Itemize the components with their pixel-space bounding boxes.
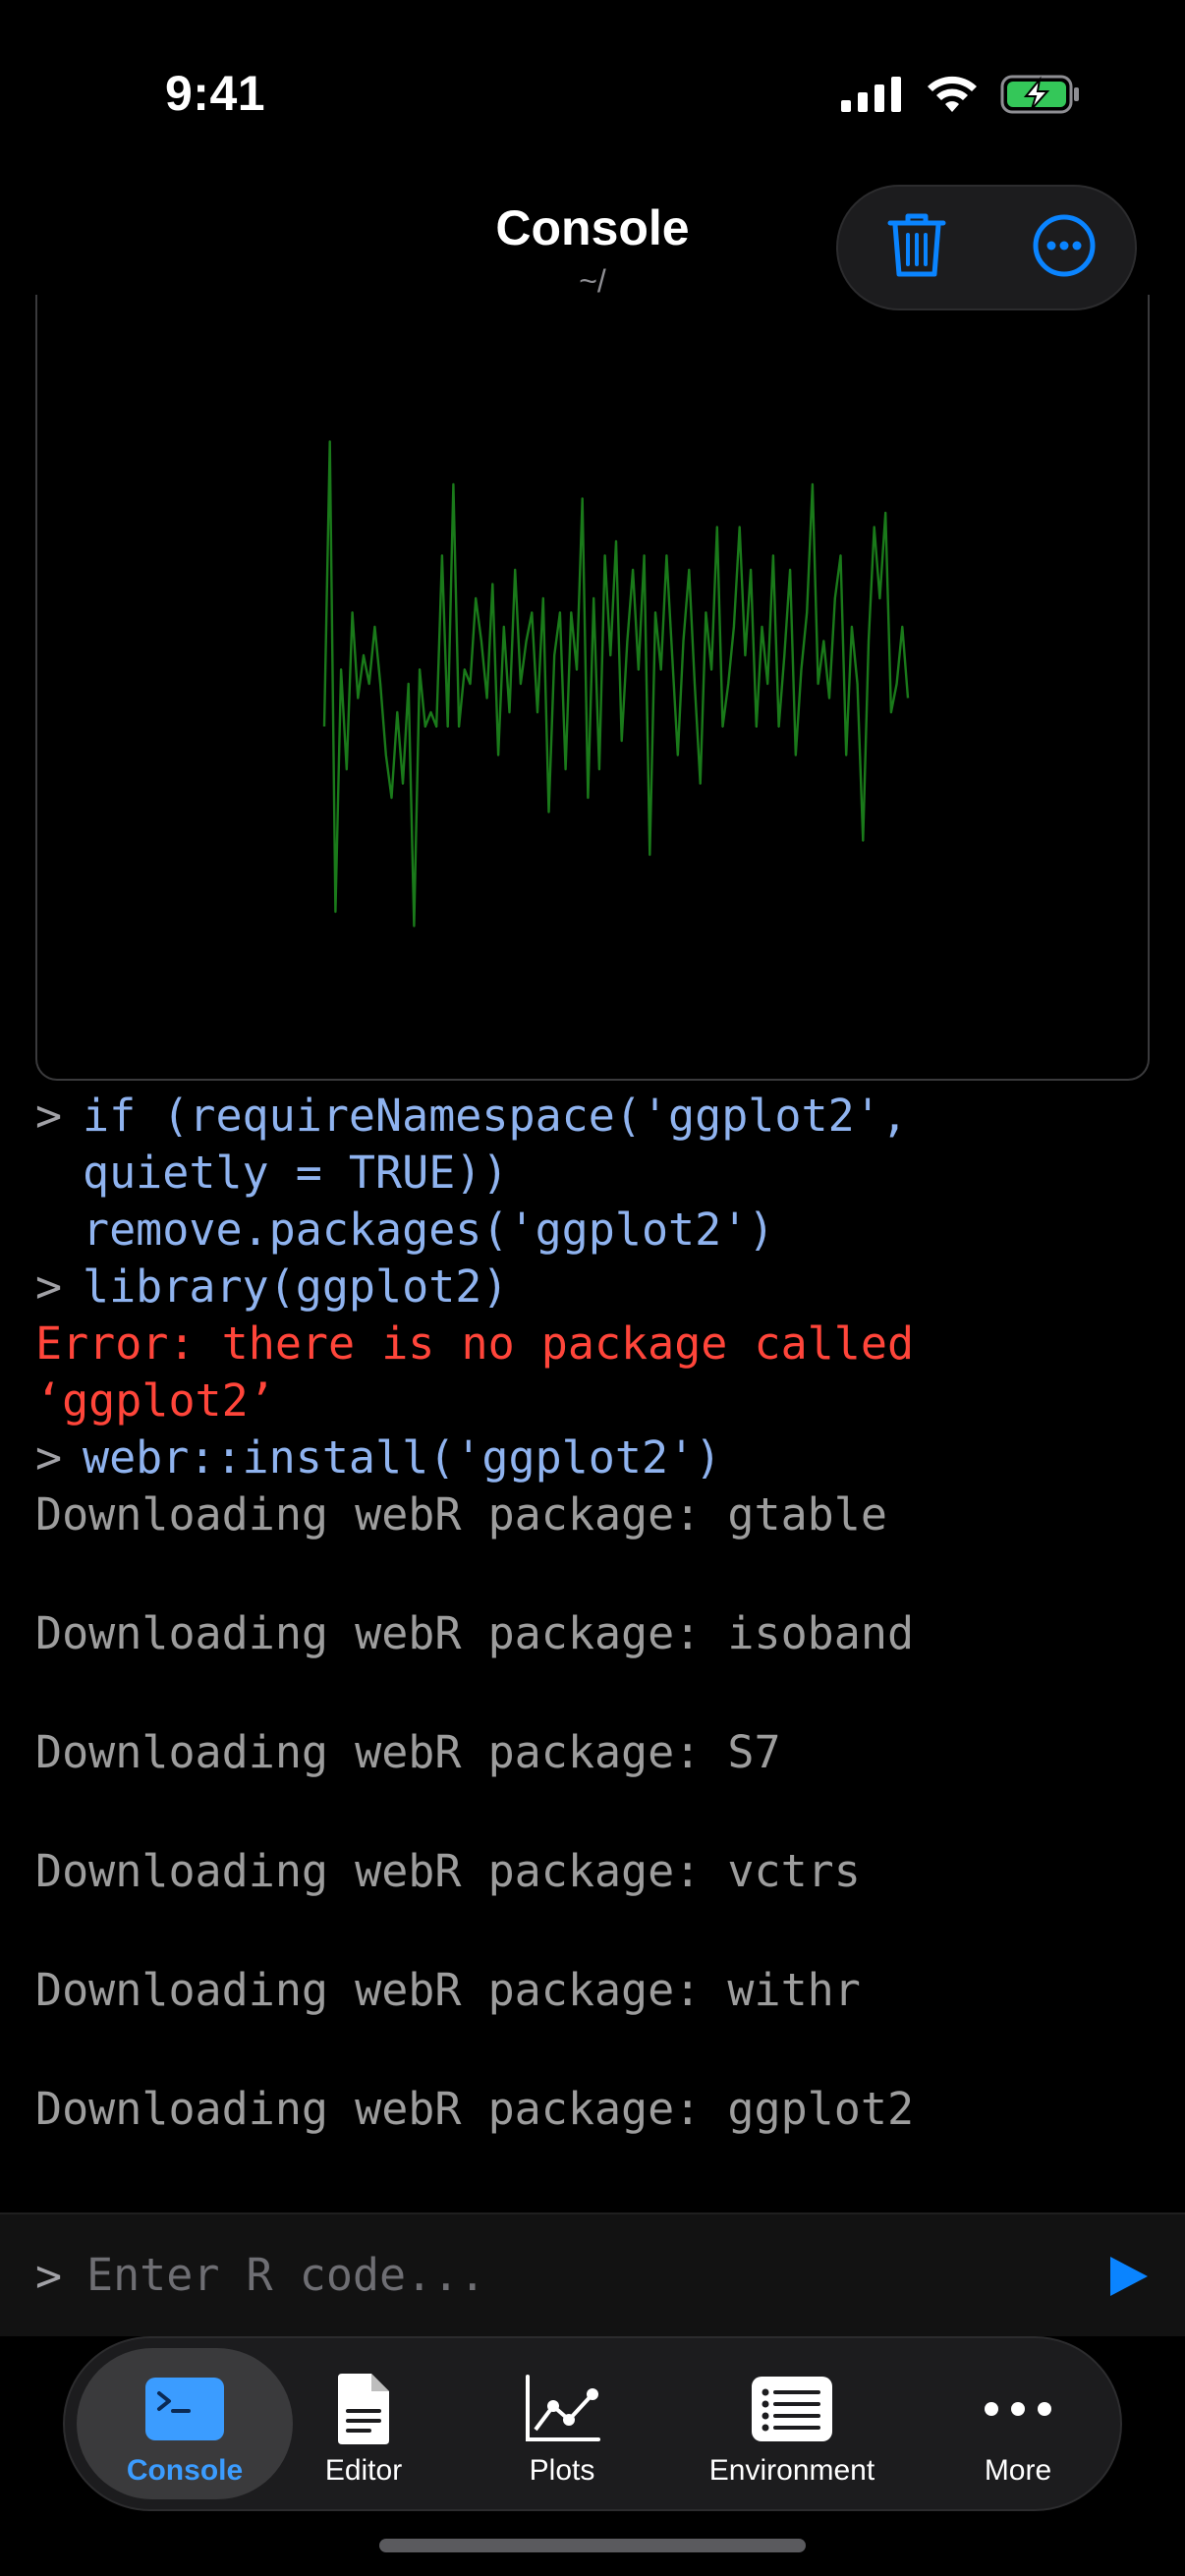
plot-series-line (322, 440, 910, 927)
console-text: Downloading webR package: gtable (35, 1488, 887, 1540)
chart-icon (524, 2372, 600, 2446)
trash-icon (886, 211, 947, 285)
input-prompt: > (35, 2250, 63, 2302)
battery-charging-icon (1000, 75, 1081, 119)
console-text: library(ggplot2) (83, 1260, 509, 1313)
console-text: webr::install('ggplot2') (83, 1431, 722, 1484)
terminal-icon (145, 2372, 224, 2446)
console-text: Downloading webR package: S7 (35, 1726, 781, 1778)
tab-label: Console (126, 2454, 244, 2487)
tab-plots[interactable]: Plots (495, 2338, 629, 2509)
console-prompt: > (35, 1260, 63, 1313)
tab-more[interactable]: More (951, 2338, 1085, 2509)
console-text: Downloading webR package: isoband (35, 1607, 915, 1659)
console-line-out: Downloading webR package: S7 (35, 1724, 1156, 1781)
clear-console-button[interactable] (858, 187, 976, 308)
plot-output (35, 295, 1150, 1081)
tab-label: More (984, 2454, 1052, 2487)
console-line-out: Downloading webR package: ggplot2 (35, 2081, 1156, 2138)
play-icon (1106, 2257, 1152, 2303)
console-text: Error: there is no package called ‘ggplo… (35, 1317, 915, 1427)
ellipsis-circle-icon (1032, 213, 1097, 283)
more-options-button[interactable] (1005, 187, 1123, 308)
console-text: if (requireNamespace('ggplot2', quietly … (83, 1090, 908, 1256)
plot-canvas (322, 440, 910, 927)
console-text: Downloading webR package: ggplot2 (35, 2083, 915, 2135)
tab-label: Editor (324, 2454, 403, 2487)
home-indicator (379, 2539, 806, 2552)
console-prompt: > (35, 1090, 63, 1142)
tab-bar: Console Editor Plots Environment More (63, 2336, 1122, 2511)
tab-console[interactable]: Console (77, 2348, 293, 2499)
console-text: Downloading webR package: vctrs (35, 1845, 861, 1897)
console-line-out: Downloading webR package: vctrs (35, 1843, 1156, 1900)
status-time: 9:41 (165, 66, 266, 121)
wifi-icon (926, 75, 979, 119)
tab-environment[interactable]: Environment (684, 2338, 900, 2509)
console-line-cmd: > library(ggplot2) (35, 1259, 1156, 1316)
cellular-signal-icon (841, 76, 904, 117)
status-icons (841, 75, 1081, 118)
list-icon (752, 2372, 832, 2446)
document-icon (334, 2372, 393, 2446)
console-log: > if (requireNamespace('ggplot2', quietly… (35, 1088, 1156, 2200)
console-line-out: Downloading webR package: withr (35, 1962, 1156, 2019)
toolbar-actions (836, 185, 1137, 310)
ellipsis-icon (984, 2372, 1052, 2446)
console-line-out: Downloading webR package: isoband (35, 1605, 1156, 1662)
tab-label: Environment (708, 2454, 875, 2487)
run-button[interactable] (1106, 2254, 1152, 2299)
code-input-bar: > (0, 2212, 1185, 2336)
tab-label: Plots (529, 2454, 595, 2487)
code-input[interactable] (86, 2240, 971, 2309)
console-line-out: Downloading webR package: gtable (35, 1486, 1156, 1543)
console-prompt: > (35, 1431, 63, 1484)
console-text: Downloading webR package: withr (35, 1964, 861, 2016)
tab-editor[interactable]: Editor (297, 2338, 430, 2509)
console-line-cmd: > if (requireNamespace('ggplot2', quietly… (35, 1088, 1156, 1259)
console-line-err: Error: there is no package called ‘ggplo… (35, 1316, 1156, 1429)
console-line-cmd: > webr::install('ggplot2') (35, 1429, 1156, 1486)
